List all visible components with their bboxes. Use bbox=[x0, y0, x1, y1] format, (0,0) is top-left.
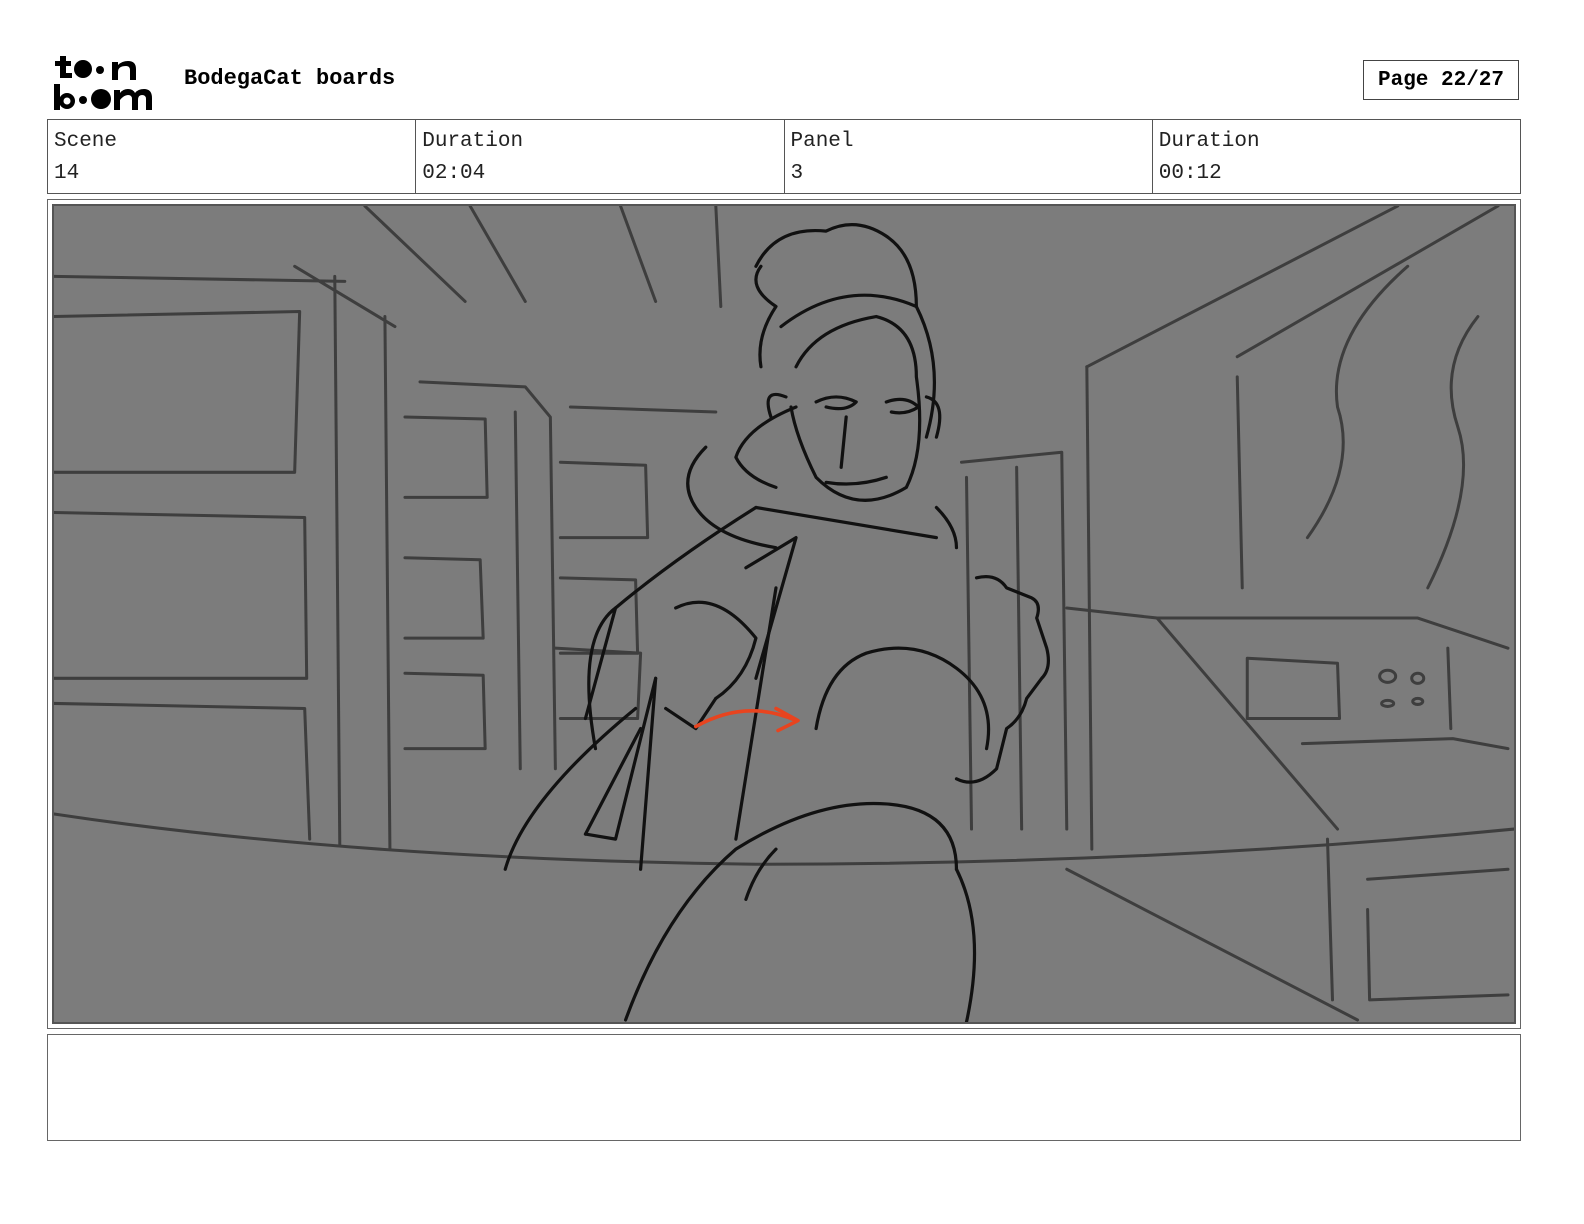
page-indicator: Page 22/27 bbox=[1363, 60, 1519, 100]
scene-duration-cell: Duration 02:04 bbox=[416, 120, 785, 193]
panel-notes-box[interactable] bbox=[47, 1034, 1521, 1141]
storyboard-panel-frame bbox=[47, 199, 1521, 1029]
toon-boom-logo bbox=[52, 52, 164, 112]
scene-cell: Scene 14 bbox=[48, 120, 417, 193]
panel-label: Panel bbox=[790, 130, 854, 153]
panel-cell: Panel 3 bbox=[785, 120, 1153, 193]
panel-duration-label: Duration bbox=[1158, 130, 1260, 153]
scene-duration-value: 02:04 bbox=[422, 162, 486, 185]
scene-label: Scene bbox=[54, 130, 118, 153]
project-title: BodegaCat boards bbox=[184, 66, 396, 91]
panel-info-table: Scene 14 Duration 02:04 Panel 3 Duration… bbox=[47, 119, 1521, 194]
scene-duration-label: Duration bbox=[422, 130, 524, 153]
storyboard-sketch bbox=[52, 204, 1516, 1024]
scene-value: 14 bbox=[54, 162, 80, 185]
panel-duration-value: 00:12 bbox=[1158, 162, 1222, 185]
panel-value: 3 bbox=[790, 162, 804, 185]
panel-duration-cell: Duration 00:12 bbox=[1153, 120, 1520, 193]
